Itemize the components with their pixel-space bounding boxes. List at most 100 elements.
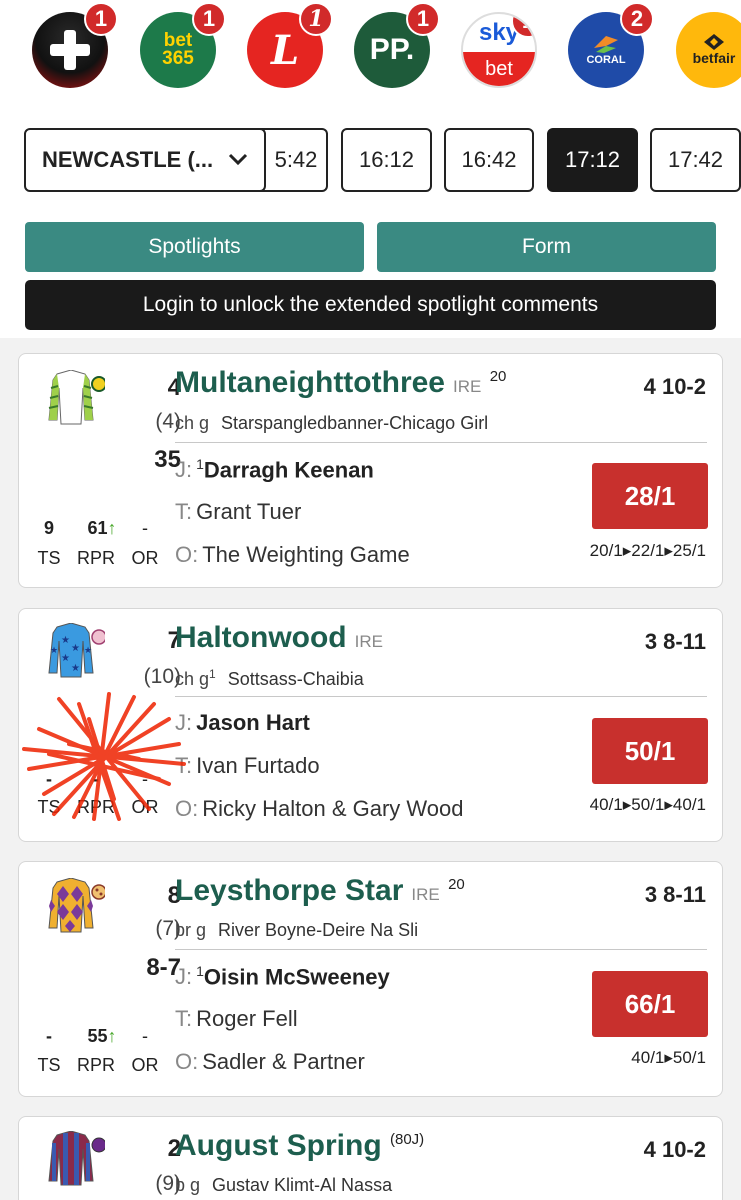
jockey-silks-icon <box>48 370 105 425</box>
runner-card[interactable]: 4 (4) 35 Multaneighttothree IRE 20 4 10-2… <box>18 353 723 588</box>
recent-form: 35 <box>154 446 181 473</box>
divider <box>175 949 707 950</box>
coral-logo: CORAL <box>586 54 626 66</box>
bookmaker-bet365-button[interactable]: bet 365 1 <box>140 2 226 88</box>
price-button[interactable]: 50/1 <box>592 718 708 784</box>
spotlights-button[interactable]: Spotlights <box>25 222 364 272</box>
login-banner[interactable]: Login to unlock the extended spotlight c… <box>25 280 716 330</box>
breeding: ch g1 Sottsass-Chaibia <box>175 667 364 689</box>
draw-number: (9) <box>155 1172 181 1195</box>
owner: O: The Weighting Game <box>175 542 410 567</box>
bet-logo: bet <box>463 52 535 86</box>
owner: O: Ricky Halton & Gary Wood <box>175 796 464 821</box>
jockey-silks-icon <box>48 1131 105 1186</box>
trainer[interactable]: T: Ivan Furtado <box>175 753 320 779</box>
ts-label: TS <box>37 548 61 568</box>
betfair-arrows-icon <box>704 34 724 50</box>
jockey-silks-icon: ★★★★ ★ ★ <box>48 623 105 678</box>
price-history: 20/1▸22/1▸25/1 <box>589 541 706 560</box>
horse-name[interactable]: August Spring (80J) <box>175 1129 424 1163</box>
rpr-label: RPR <box>76 548 115 568</box>
race-time-button-active[interactable]: 17:12 <box>547 128 638 192</box>
or-value: - <box>142 769 148 789</box>
race-time-button[interactable]: 16:12 <box>341 128 432 192</box>
arrow-up-icon: ↑ <box>107 518 117 538</box>
trainer[interactable]: T: Roger Fell <box>175 1006 298 1032</box>
svg-text:★: ★ <box>61 635 70 646</box>
owner: O: Sadler & Partner <box>175 1049 365 1074</box>
meeting-dropdown[interactable]: NEWCASTLE (... <box>24 128 266 192</box>
jockey[interactable]: J: 1Darragh Keenan <box>175 456 374 483</box>
price-button[interactable]: 28/1 <box>592 463 708 529</box>
ts-label: TS <box>37 1055 61 1075</box>
form-button[interactable]: Form <box>377 222 716 272</box>
runner-card[interactable]: ★ ★ ★ ★ ★ ★ 7 (10) Haltonwood IRE 3 8-11 ch g… <box>18 608 723 842</box>
ts-label: TS <box>37 797 61 817</box>
runner-card[interactable]: 2 (9) August Spring (80J) 4 10-2 b g Gust… <box>18 1116 723 1200</box>
draw-number: (10) <box>143 665 181 688</box>
horse-name[interactable]: Leysthorpe Star IRE 20 <box>175 874 465 908</box>
price-history: 40/1▸50/1 <box>631 1048 706 1067</box>
content-tabs: Spotlights Form Login to unlock the exte… <box>0 210 741 338</box>
runner-card[interactable]: 8 (7) 8-7 Leysthorpe Star IRE 20 3 8-11 b… <box>18 861 723 1097</box>
race-time-button[interactable]: 17:42 <box>650 128 741 192</box>
notification-badge: 2 <box>620 2 654 36</box>
rpr-label: RPR <box>76 797 115 817</box>
jockey[interactable]: J: Jason Hart <box>175 710 310 736</box>
paddy-power-logo: PP. <box>369 33 415 66</box>
jockey[interactable]: J: 1Oisin McSweeney <box>175 963 390 990</box>
plus-icon <box>50 30 90 70</box>
age-weight: 3 8-11 <box>644 629 706 654</box>
breeding: ch g Starspangledbanner-Chicago Girl <box>175 413 489 433</box>
bookmaker-sky-bet-button[interactable]: sky bet 1 <box>461 12 537 88</box>
price-history: 40/1▸50/1▸40/1 <box>589 795 706 814</box>
svg-text:★: ★ <box>61 653 70 664</box>
recent-form: 8-7 <box>146 954 181 981</box>
bookmaker-coral-button[interactable]: CORAL 2 <box>568 2 654 88</box>
ts-value: 9 <box>43 518 54 538</box>
notification-badge: 1 <box>84 2 118 36</box>
price-button[interactable]: 66/1 <box>592 971 708 1037</box>
breeding: b g Gustav Klimt-Al Nassa <box>175 1175 393 1195</box>
notification-badge: 1 <box>192 2 226 36</box>
or-label: OR <box>131 548 159 568</box>
age-weight: 3 8-11 <box>644 882 706 907</box>
bet365-logo: bet 365 <box>162 30 194 69</box>
meeting-label: NEWCASTLE (... <box>42 147 214 172</box>
trainer[interactable]: T: Grant Tuer <box>175 499 301 525</box>
divider <box>175 696 707 697</box>
bookmaker-plus-button[interactable]: 1 <box>32 2 118 88</box>
age-weight: 4 10-2 <box>643 374 706 399</box>
rpr-value: - <box>93 769 99 789</box>
betfair-logo: betfair <box>692 50 736 66</box>
bookmaker-row: 1 bet 365 1 L 1 PP. 1 sky bet 1 CORAL 2 b… <box>0 0 741 110</box>
race-selector: NEWCASTLE (... 5:42 16:12 16:42 17:12 17… <box>0 110 741 210</box>
svg-text:★: ★ <box>71 643 80 654</box>
or-label: OR <box>131 1055 159 1075</box>
arrow-up-icon: ↑ <box>107 1026 117 1046</box>
bookmaker-betfair-button[interactable]: betfair <box>676 12 741 88</box>
breeding: br g River Boyne-Deire Na Sli <box>175 920 419 940</box>
race-time-button[interactable]: 16:42 <box>444 128 534 192</box>
ts-value: - <box>46 769 52 789</box>
ladbrokes-logo: L <box>270 26 300 74</box>
horse-name[interactable]: Multaneighttothree IRE 20 <box>175 366 506 400</box>
or-value: - <box>142 518 148 538</box>
ts-value: - <box>46 1026 52 1046</box>
or-label: OR <box>131 797 159 817</box>
horse-name[interactable]: Haltonwood IRE <box>175 621 383 655</box>
rpr-label: RPR <box>76 1055 115 1075</box>
coral-flag-icon <box>594 36 618 53</box>
svg-text:★: ★ <box>84 645 92 655</box>
or-value: - <box>142 1026 148 1046</box>
draw-number: (4) <box>155 410 181 433</box>
svg-text:★: ★ <box>50 645 58 655</box>
age-weight: 4 10-2 <box>643 1137 706 1162</box>
jockey-silks-icon <box>48 878 105 933</box>
chevron-down-icon <box>228 149 248 172</box>
bookmaker-ladbrokes-button[interactable]: L 1 <box>247 2 333 88</box>
draw-number: (7) <box>155 917 181 940</box>
notification-badge: 1 <box>299 2 333 36</box>
bookmaker-paddy-power-button[interactable]: PP. 1 <box>354 2 440 88</box>
svg-text:★: ★ <box>71 663 80 674</box>
